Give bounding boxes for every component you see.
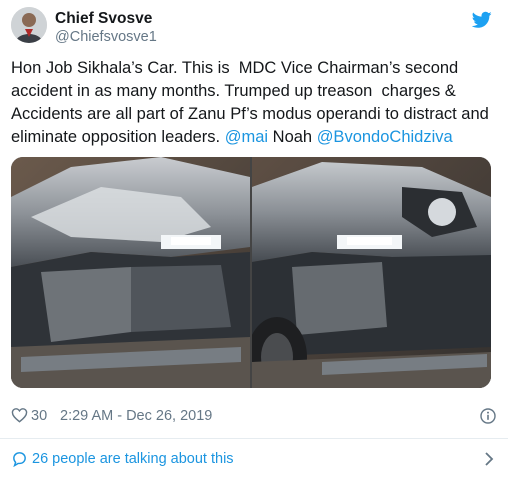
divider — [0, 438, 508, 439]
heart-icon[interactable] — [11, 407, 28, 423]
car-photo-left[interactable] — [11, 157, 250, 388]
display-name[interactable]: Chief Svosve — [55, 9, 157, 28]
conversation-text[interactable]: 26 people are talking about this — [32, 451, 234, 467]
mention-link[interactable]: @BvondoChidziva — [317, 128, 453, 146]
tweet-meta: 30 2:29 AM - Dec 26, 2019 — [11, 406, 496, 426]
car-photo-right[interactable] — [252, 157, 491, 388]
tweet-text-tail: Noah — [268, 128, 317, 146]
handle[interactable]: @Chiefsvosve1 — [55, 28, 157, 47]
chevron-right-icon[interactable] — [482, 451, 496, 467]
speech-bubble-icon — [13, 452, 26, 467]
twitter-bird-icon[interactable] — [472, 11, 492, 29]
embedded-tweet: Chief Svosve @Chiefsvosve1 Hon Job Sikha… — [0, 0, 508, 478]
tweet-header: Chief Svosve @Chiefsvosve1 — [11, 5, 498, 47]
avatar[interactable] — [11, 7, 47, 43]
mention-link[interactable]: @mai — [225, 128, 268, 146]
conversation-link[interactable]: 26 people are talking about this — [11, 448, 496, 470]
author-names: Chief Svosve @Chiefsvosve1 — [55, 9, 157, 47]
media-grid — [11, 157, 491, 388]
info-icon[interactable] — [480, 408, 496, 424]
tweet-text: Hon Job Sikhala’s Car. This is MDC Vice … — [11, 57, 501, 149]
timestamp[interactable]: 2:29 AM - Dec 26, 2019 — [60, 408, 212, 424]
like-count: 30 — [31, 408, 48, 424]
